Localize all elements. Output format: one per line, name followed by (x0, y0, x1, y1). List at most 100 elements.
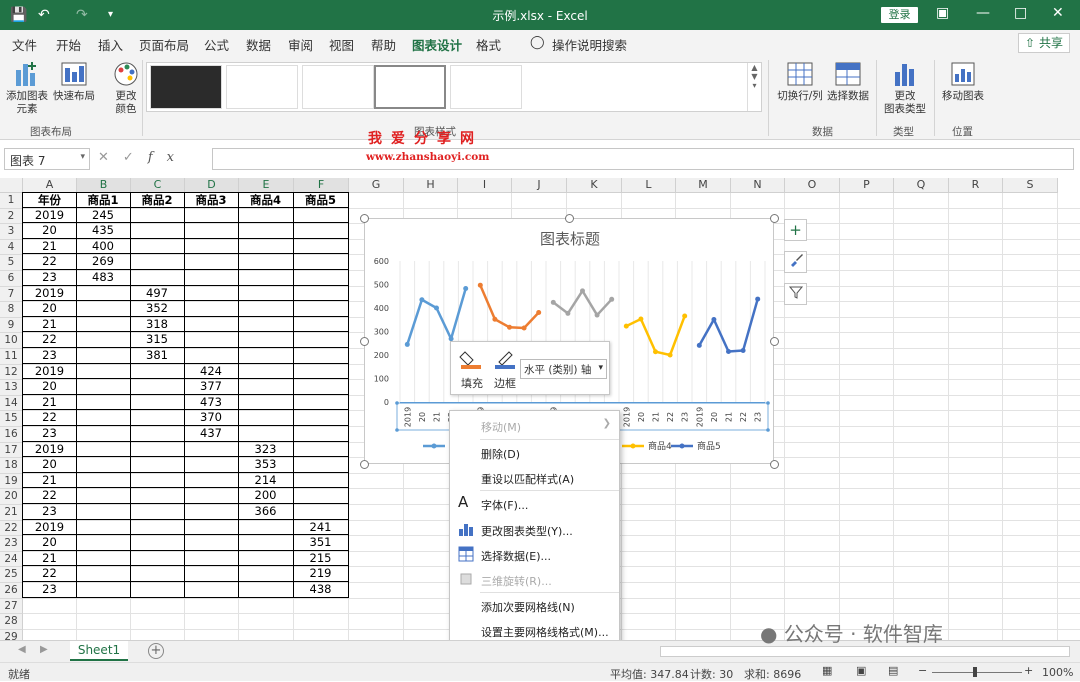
table-cell[interactable]: 21 (22, 394, 77, 411)
table-cell[interactable] (130, 270, 185, 286)
table-cell[interactable]: 23 (22, 348, 77, 364)
row-header[interactable]: 8 (0, 302, 23, 318)
quick-layout-button[interactable]: 快速布局 (52, 60, 96, 103)
next-sheet-icon[interactable]: ▶ (40, 644, 48, 655)
table-header-cell[interactable]: 商品3 (184, 192, 239, 208)
table-cell[interactable]: 438 (293, 582, 349, 598)
row-header[interactable]: 5 (0, 255, 23, 271)
login-button[interactable]: 登录 (881, 7, 918, 23)
table-cell[interactable] (184, 285, 239, 302)
table-cell[interactable]: 473 (184, 394, 239, 411)
zoom-out-icon[interactable]: − (918, 664, 927, 677)
table-cell[interactable] (76, 316, 131, 333)
table-cell[interactable] (130, 363, 185, 380)
table-cell[interactable] (130, 566, 185, 582)
table-cell[interactable] (130, 519, 185, 536)
table-cell[interactable]: 370 (184, 410, 239, 426)
column-header-d[interactable]: D (185, 178, 239, 193)
table-cell[interactable] (184, 504, 239, 520)
table-cell[interactable] (130, 426, 185, 442)
table-cell[interactable] (293, 441, 349, 458)
table-cell[interactable] (238, 519, 294, 536)
table-cell[interactable]: 22 (22, 254, 77, 270)
table-cell[interactable] (184, 472, 239, 489)
menu-item[interactable]: 重设以匹配样式(A) (450, 465, 619, 490)
row-header[interactable]: 15 (0, 411, 23, 427)
column-header-o[interactable]: O (785, 178, 840, 193)
tab-home[interactable]: 开始 (56, 35, 81, 54)
table-cell[interactable]: 241 (293, 519, 349, 536)
table-cell[interactable] (76, 457, 131, 473)
table-cell[interactable] (238, 550, 294, 567)
resize-handle[interactable] (770, 460, 779, 469)
table-cell[interactable]: 2019 (22, 285, 77, 302)
table-cell[interactable] (184, 332, 239, 348)
row-header[interactable]: 14 (0, 395, 23, 412)
table-cell[interactable] (293, 316, 349, 333)
zoom-slider[interactable] (932, 672, 1022, 673)
table-cell[interactable] (76, 488, 131, 504)
table-cell[interactable] (130, 488, 185, 504)
row-header[interactable]: 6 (0, 271, 23, 287)
table-cell[interactable] (76, 519, 131, 536)
ribbon-display-icon[interactable]: ▣ (936, 5, 949, 21)
row-header[interactable]: 2 (0, 208, 23, 225)
column-header-i[interactable]: I (458, 178, 512, 193)
table-cell[interactable] (76, 441, 131, 458)
switch-row-column-button[interactable]: 切换行/列 (776, 60, 824, 103)
table-cell[interactable] (76, 410, 131, 426)
table-cell[interactable] (238, 582, 294, 598)
chart-elements-plus-icon[interactable]: + (784, 219, 807, 241)
table-cell[interactable]: 318 (130, 316, 185, 333)
row-header[interactable]: 18 (0, 458, 23, 474)
table-cell[interactable] (130, 441, 185, 458)
table-cell[interactable]: 219 (293, 566, 349, 582)
table-cell[interactable] (293, 238, 349, 255)
table-cell[interactable] (76, 535, 131, 551)
row-header[interactable]: 28 (0, 614, 23, 630)
table-cell[interactable] (184, 519, 239, 536)
table-cell[interactable] (130, 238, 185, 255)
close-icon[interactable]: ✕ (1052, 5, 1064, 21)
change-colors-button[interactable]: 更改 颜色 (108, 60, 144, 116)
table-cell[interactable]: 424 (184, 363, 239, 380)
table-header-cell[interactable]: 商品5 (293, 192, 349, 208)
table-cell[interactable] (184, 535, 239, 551)
resize-handle[interactable] (565, 214, 574, 223)
table-cell[interactable]: 497 (130, 285, 185, 302)
cancel-icon[interactable]: ✕ (98, 150, 123, 165)
column-header-g[interactable]: G (349, 178, 404, 193)
table-cell[interactable] (184, 270, 239, 286)
table-cell[interactable] (130, 394, 185, 411)
table-cell[interactable] (238, 566, 294, 582)
resize-handle[interactable] (360, 337, 369, 346)
row-header[interactable]: 3 (0, 224, 23, 240)
row-header[interactable]: 21 (0, 505, 23, 521)
column-header-f[interactable]: F (294, 178, 349, 193)
row-header[interactable]: 24 (0, 551, 23, 568)
table-cell[interactable] (130, 410, 185, 426)
chart-title[interactable]: 图表标题 (540, 230, 600, 248)
row-header[interactable]: 12 (0, 364, 23, 381)
table-cell[interactable] (184, 582, 239, 598)
table-cell[interactable]: 353 (238, 457, 294, 473)
table-cell[interactable] (184, 207, 239, 224)
column-header-s[interactable]: S (1003, 178, 1058, 193)
border-pen-icon[interactable] (493, 348, 519, 373)
table-cell[interactable] (293, 363, 349, 380)
table-header-cell[interactable]: 年份 (22, 192, 77, 208)
table-cell[interactable] (184, 441, 239, 458)
row-header[interactable]: 1 (0, 193, 23, 209)
row-header[interactable]: 13 (0, 380, 23, 396)
row-header[interactable]: 4 (0, 239, 23, 256)
row-header[interactable]: 25 (0, 567, 23, 583)
table-cell[interactable] (130, 582, 185, 598)
chart-style-thumb[interactable] (450, 65, 522, 109)
table-cell[interactable] (238, 270, 294, 286)
table-cell[interactable] (238, 379, 294, 395)
table-cell[interactable]: 20 (22, 379, 77, 395)
tell-me-search[interactable]: 操作说明搜索 (552, 35, 627, 54)
table-cell[interactable] (238, 410, 294, 426)
table-cell[interactable] (238, 223, 294, 239)
column-header-n[interactable]: N (731, 178, 785, 193)
